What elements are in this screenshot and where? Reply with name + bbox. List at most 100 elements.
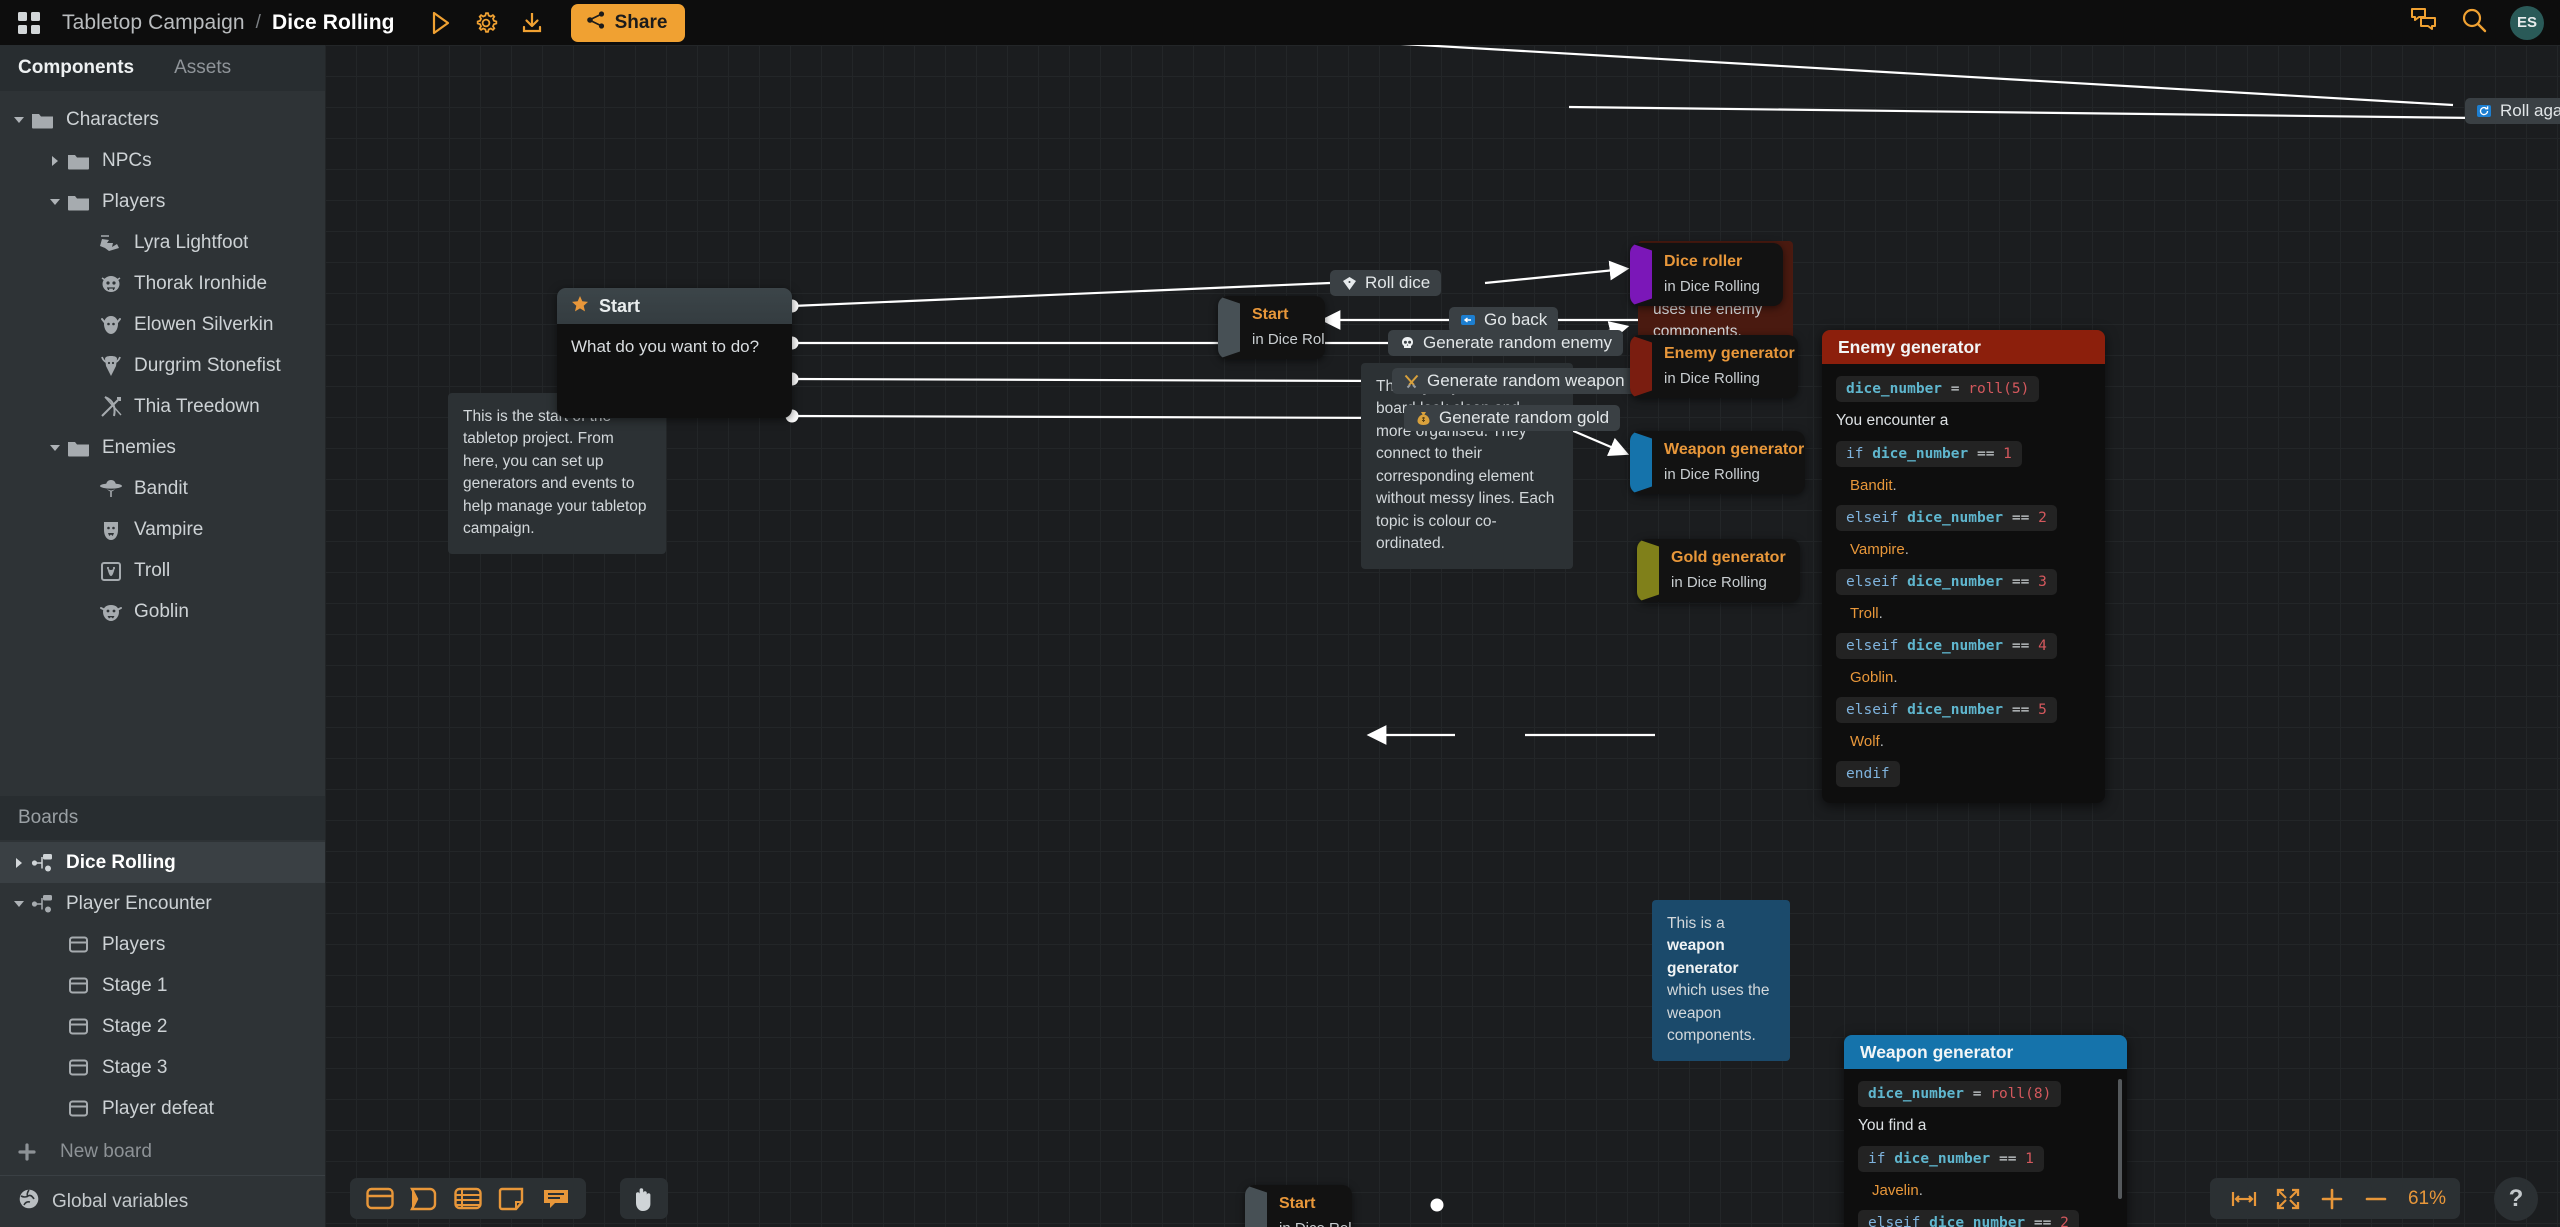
fit-screen-icon[interactable] <box>2268 1183 2308 1215</box>
note-tool-icon[interactable] <box>493 1183 531 1214</box>
jump-target-enemy-generator-real[interactable]: Enemy generator in Dice Rolling <box>1630 335 1798 398</box>
comments-icon[interactable] <box>2410 6 2438 39</box>
code-line-elseif-2[interactable]: elseif dice_number == 2 <box>1836 505 2057 531</box>
global-variables-button[interactable]: Global variables <box>0 1175 325 1227</box>
weapon-intro-text[interactable]: You find a <box>1858 1117 2113 1135</box>
return-jumper-go-back-middle[interactable]: Go back <box>1449 307 1559 333</box>
chevron-down-icon[interactable] <box>8 893 30 915</box>
weapon-output-1[interactable]: Javelin. <box>1872 1182 2113 1199</box>
board-card-players[interactable]: Players <box>0 924 325 965</box>
jumper-roll-dice[interactable]: Roll dice <box>1330 270 1442 296</box>
enemy-output-2[interactable]: Vampire. <box>1850 541 2091 558</box>
board-card-player-defeat[interactable]: Player defeat <box>0 1088 325 1129</box>
share-button[interactable]: Share <box>570 3 686 42</box>
tree-item-characters[interactable]: Characters <box>0 99 325 140</box>
jump-target-stripe <box>1630 243 1652 306</box>
pan-tool[interactable] <box>620 1178 668 1219</box>
board-item-dice-rolling[interactable]: Dice Rolling <box>0 842 325 883</box>
fit-width-icon[interactable] <box>2224 1183 2264 1215</box>
tree-item-label: Elowen Silverkin <box>134 313 274 335</box>
tree-item-goblin[interactable]: Goblin <box>0 591 325 632</box>
breadcrumb-project[interactable]: Tabletop Campaign <box>62 11 245 35</box>
return-target-subtitle: in Dice Rolling <box>1279 1220 1352 1227</box>
jump-target-dice-roller[interactable]: Dice roller in Dice Rolling <box>1630 243 1783 306</box>
tab-assets[interactable]: Assets <box>174 57 231 79</box>
grid-apps-icon[interactable] <box>14 8 44 38</box>
jump-target-gold-generator[interactable]: Gold generator in Dice Rolling <box>1637 539 1800 602</box>
tab-components[interactable]: Components <box>18 57 134 79</box>
tree-item-players[interactable]: Players <box>0 181 325 222</box>
tree-item-lyra-lightfoot[interactable]: Lyra Lightfoot <box>0 222 325 263</box>
enemy-output-4[interactable]: Goblin. <box>1850 669 2091 686</box>
zoom-out-button[interactable] <box>2356 1183 2396 1215</box>
board-card-stage-3[interactable]: Stage 3 <box>0 1047 325 1088</box>
tree-item-elowen-silverkin[interactable]: Elowen Silverkin <box>0 304 325 345</box>
code-line-if-1[interactable]: if dice_number == 1 <box>1836 441 2022 467</box>
code-kw: elseif <box>1846 638 1899 654</box>
return-jumper-roll-again[interactable]: Roll again <box>2465 98 2560 124</box>
chevron-down-icon[interactable] <box>44 437 66 459</box>
jump-target-title: Weapon generator <box>1664 441 1805 458</box>
return-target-start-middle[interactable]: Start in Dice Rolling <box>1218 296 1325 359</box>
chevron-right-icon[interactable] <box>8 852 30 874</box>
tree-item-vampire[interactable]: Vampire <box>0 509 325 550</box>
start-card[interactable]: Start What do you want to do? <box>557 288 792 418</box>
chevron-down-icon[interactable] <box>44 191 66 213</box>
play-icon[interactable] <box>417 0 463 45</box>
zoom-level-label[interactable]: 61% <box>2408 1188 2446 1210</box>
enemy-output-5[interactable]: Wolf. <box>1850 733 2091 750</box>
tree-item-troll[interactable]: Troll <box>0 550 325 591</box>
code-line-elseif-3[interactable]: elseif dice_number == 3 <box>1836 569 2057 595</box>
start-card-body[interactable]: What do you want to do? <box>557 324 792 418</box>
chevron-down-icon[interactable] <box>8 109 30 131</box>
dice-icon <box>1341 275 1357 291</box>
tree-item-thia-treedown[interactable]: Thia Treedown <box>0 386 325 427</box>
jumper-tool-icon[interactable] <box>405 1183 443 1214</box>
dwarf-helm-icon <box>98 353 124 379</box>
jumper-generate-random-enemy[interactable]: Generate random enemy <box>1388 330 1623 356</box>
card-icon <box>66 973 92 999</box>
code-line-if-1[interactable]: if dice_number == 1 <box>1858 1146 2044 1172</box>
new-board-button[interactable]: New board <box>0 1129 325 1175</box>
tree-item-thorak-ironhide[interactable]: Thorak Ironhide <box>0 263 325 304</box>
tree-item-durgrim-stonefist[interactable]: Durgrim Stonefist <box>0 345 325 386</box>
comment-tool-icon[interactable] <box>537 1183 575 1214</box>
tree-item-bandit[interactable]: Bandit <box>0 468 325 509</box>
enemy-generator-card[interactable]: Enemy generator dice_number = roll(5) Yo… <box>1822 330 2105 803</box>
enemy-output-3[interactable]: Troll. <box>1850 605 2091 622</box>
download-icon[interactable] <box>509 0 555 45</box>
breadcrumb-board[interactable]: Dice Rolling <box>272 11 395 35</box>
board-item-player-encounter[interactable]: Player Encounter <box>0 883 325 924</box>
code-line-elseif-2[interactable]: elseif dice_number == 2 <box>1858 1210 2079 1227</box>
board-card-stage-2[interactable]: Stage 2 <box>0 1006 325 1047</box>
jumper-generate-random-weapon[interactable]: Generate random weapon <box>1392 368 1636 394</box>
board-card-stage-1[interactable]: Stage 1 <box>0 965 325 1006</box>
card-tool-icon[interactable] <box>361 1183 399 1214</box>
card-scrollbar[interactable] <box>2118 1079 2122 1199</box>
weapon-generator-card[interactable]: Weapon generator dice_number = roll(8) Y… <box>1844 1035 2127 1227</box>
enemy-output-1[interactable]: Bandit. <box>1850 477 2091 494</box>
search-icon[interactable] <box>2460 6 2488 39</box>
chevron-right-icon[interactable] <box>44 150 66 172</box>
jump-target-weapon-generator[interactable]: Weapon generator in Dice Rolling <box>1630 431 1805 494</box>
jumper-generate-random-gold[interactable]: Generate random gold <box>1404 405 1621 431</box>
gear-icon[interactable] <box>463 0 509 45</box>
enemy-intro-text[interactable]: You encounter a <box>1836 412 2091 430</box>
weapon-generator-note[interactable]: This is a weapon generator which uses th… <box>1652 900 1790 1061</box>
return-target-title: Start <box>1252 306 1289 323</box>
list-tool-icon[interactable] <box>449 1183 487 1214</box>
help-button[interactable]: ? <box>2494 1177 2538 1221</box>
tree-item-label: Thorak Ironhide <box>134 272 268 294</box>
code-line-elseif-4[interactable]: elseif dice_number == 4 <box>1836 633 2057 659</box>
tree-item-enemies[interactable]: Enemies <box>0 427 325 468</box>
tree-item-npcs[interactable]: NPCs <box>0 140 325 181</box>
code-line-roll[interactable]: dice_number = roll(8) <box>1858 1081 2062 1107</box>
code-line-elseif-5[interactable]: elseif dice_number == 5 <box>1836 697 2057 723</box>
code-line-roll[interactable]: dice_number = roll(5) <box>1836 376 2040 402</box>
zoom-in-button[interactable] <box>2312 1183 2352 1215</box>
return-target-start-bottom[interactable]: Start in Dice Rolling <box>1245 1185 1352 1227</box>
avatar[interactable]: ES <box>2510 5 2544 40</box>
board-canvas[interactable]: This is the start of the tabletop projec… <box>325 45 2560 1227</box>
edge-lines <box>785 45 2560 1212</box>
code-line-endif[interactable]: endif <box>1836 761 1900 787</box>
